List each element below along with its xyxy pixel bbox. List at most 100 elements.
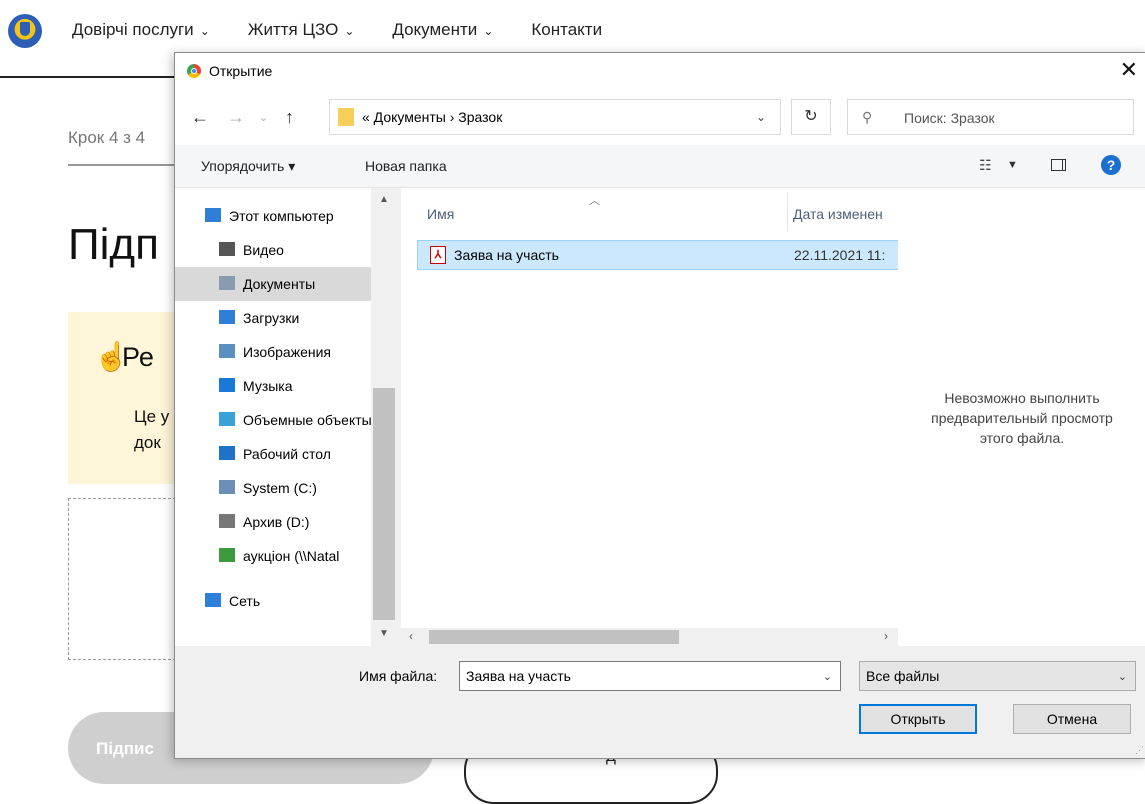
- scroll-right-icon[interactable]: ›: [884, 629, 888, 643]
- preview-pane: Невозможно выполнить предварительный про…: [898, 188, 1145, 646]
- filename-label: Имя файла:: [359, 668, 438, 684]
- help-icon[interactable]: ?: [1101, 155, 1121, 175]
- chevron-down-icon: ⌄: [483, 24, 494, 38]
- up-arrow-icon[interactable]: ↑: [285, 107, 294, 128]
- computer-icon: [205, 208, 221, 222]
- sidebar-item-label: Рабочий стол: [243, 446, 331, 462]
- scroll-up-icon[interactable]: ▲: [379, 194, 389, 205]
- dialog-title: Открытие: [209, 63, 273, 79]
- sidebar-item[interactable]: Объемные объекты: [175, 403, 371, 437]
- back-arrow-icon[interactable]: ←: [191, 107, 209, 128]
- site-logo[interactable]: [8, 14, 42, 48]
- sidebar-item[interactable]: Сеть: [175, 584, 371, 618]
- nav-item[interactable]: Життя ЦЗО ⌄: [248, 20, 355, 40]
- filename-value: Заява на участь: [466, 668, 571, 684]
- dialog-toolbar: Упорядочить ▾ Новая папка ☷ ▼ ?: [175, 145, 1145, 188]
- dialog-titlebar: Открытие ✕: [175, 53, 1145, 89]
- search-icon: ⚲: [862, 109, 873, 125]
- sidebar-item[interactable]: Документы: [175, 267, 371, 301]
- step-indicator: Крок 4 з 4: [68, 128, 146, 147]
- system-drive-icon: [219, 480, 235, 494]
- nav-item[interactable]: Довірчі послуги ⌄: [72, 20, 210, 40]
- sign-button-label: Підпис: [96, 739, 154, 758]
- top-navigation: Довірчі послуги ⌄ Життя ЦЗО ⌄ Документи ⌄ Конт…: [72, 20, 646, 40]
- column-separator[interactable]: [787, 192, 788, 232]
- file-row[interactable]: ⅄ Заява на участь 22.11.2021 11:: [417, 240, 899, 270]
- file-list: ︿ Имя Дата изменен ⅄ Заява на участь 22.…: [401, 188, 899, 646]
- chevron-down-icon[interactable]: ⌄: [756, 110, 766, 124]
- video-icon: [219, 242, 235, 256]
- file-name: Заява на участь: [454, 247, 559, 263]
- sidebar-item-label: Документы: [243, 276, 316, 292]
- nav-item[interactable]: Документи ⌄: [392, 20, 493, 40]
- column-name[interactable]: Имя: [427, 206, 454, 222]
- filename-input[interactable]: Заява на участь ⌄: [459, 661, 841, 691]
- notice-title: Ре: [122, 342, 154, 372]
- scroll-thumb[interactable]: [373, 388, 395, 620]
- documents-icon: [219, 276, 235, 290]
- navigation-pane: ▲ ▼ Этот компьютер Видео Документы Загрузки…: [175, 188, 397, 646]
- notice-text: Це у док: [134, 404, 169, 456]
- nav-item-label: Контакти: [531, 20, 603, 39]
- view-dropdown-icon[interactable]: ▼: [1007, 159, 1018, 171]
- open-button[interactable]: Открыть: [859, 704, 977, 734]
- preview-pane-icon[interactable]: [1051, 159, 1066, 171]
- network-icon: [205, 593, 221, 607]
- sidebar-item[interactable]: аукціон (\\Natal: [175, 539, 371, 573]
- sidebar-item[interactable]: Изображения: [175, 335, 371, 369]
- recent-locations-icon[interactable]: ⌄: [259, 111, 268, 124]
- chrome-icon: [187, 64, 201, 78]
- sort-ascending-icon: ︿: [589, 195, 600, 207]
- drive-icon: [219, 514, 235, 528]
- sidebar-item[interactable]: Этот компьютер: [175, 199, 371, 233]
- sidebar-item[interactable]: Музыка: [175, 369, 371, 403]
- step-progress-line: [68, 164, 178, 166]
- preview-line-3: этого файла.: [979, 430, 1065, 446]
- forward-arrow-icon[interactable]: →: [227, 107, 245, 128]
- file-dropzone[interactable]: [68, 498, 181, 660]
- scroll-down-icon[interactable]: ▼: [379, 628, 389, 639]
- address-bar[interactable]: « Документы › Зразок ⌄: [329, 99, 781, 135]
- resize-grip-icon[interactable]: ⋰: [1135, 745, 1144, 756]
- breadcrumb[interactable]: « Документы › Зразок: [362, 109, 502, 125]
- new-folder-button[interactable]: Новая папка: [365, 158, 447, 174]
- open-file-dialog: Открытие ✕ ← → ⌄ ↑ « Документы › Зразок …: [174, 52, 1145, 759]
- column-date[interactable]: Дата изменен: [793, 206, 883, 222]
- cancel-button[interactable]: Отмена: [1013, 704, 1131, 734]
- sidebar-item[interactable]: Архив (D:): [175, 505, 371, 539]
- organize-button[interactable]: Упорядочить ▾: [201, 158, 295, 175]
- nav-item-label: Життя ЦЗО: [247, 20, 339, 39]
- folder-icon: [338, 108, 354, 126]
- refresh-icon[interactable]: ↻: [791, 99, 831, 135]
- dialog-footer: Имя файла: Заява на участь ⌄ Все файлы ⌄…: [175, 646, 1145, 758]
- preview-message: Невозможно выполнить предварительный про…: [898, 388, 1145, 448]
- horizontal-scroll-thumb[interactable]: [429, 630, 679, 644]
- sidebar-item-label: Этот компьютер: [229, 208, 334, 224]
- chevron-down-icon[interactable]: ⌄: [1118, 670, 1127, 683]
- desktop-icon: [219, 446, 235, 460]
- music-icon: [219, 378, 235, 392]
- nav-scrollbar[interactable]: ▲ ▼: [371, 188, 397, 646]
- sidebar-item[interactable]: System (C:): [175, 471, 371, 505]
- sidebar-item-label: System (C:): [243, 480, 317, 496]
- notice-text-line-2: док: [134, 433, 161, 452]
- close-button[interactable]: ✕: [1120, 57, 1138, 83]
- nav-item-label: Довірчі послуги: [72, 20, 194, 39]
- filetype-select[interactable]: Все файлы ⌄: [859, 661, 1136, 691]
- search-input[interactable]: ⚲ Поиск: Зразок: [847, 99, 1134, 135]
- downloads-icon: [219, 310, 235, 324]
- sidebar-item[interactable]: Загрузки: [175, 301, 371, 335]
- preview-line-1: Невозможно выполнить: [944, 390, 1100, 406]
- filetype-value: Все файлы: [866, 668, 940, 684]
- sidebar-item[interactable]: Рабочий стол: [175, 437, 371, 471]
- chevron-down-icon: ⌄: [199, 24, 210, 38]
- column-header: ︿ Имя Дата изменен: [401, 188, 898, 236]
- sidebar-item[interactable]: Видео: [175, 233, 371, 267]
- scroll-left-icon[interactable]: ‹: [409, 629, 413, 643]
- view-options-icon[interactable]: ☷: [979, 157, 992, 174]
- nav-item[interactable]: Контакти: [531, 20, 608, 40]
- chevron-down-icon[interactable]: ⌄: [823, 670, 832, 683]
- sidebar-item-label: Сеть: [229, 593, 261, 609]
- chevron-down-icon: ⌄: [344, 24, 355, 38]
- horizontal-scrollbar[interactable]: ‹ ›: [401, 628, 898, 646]
